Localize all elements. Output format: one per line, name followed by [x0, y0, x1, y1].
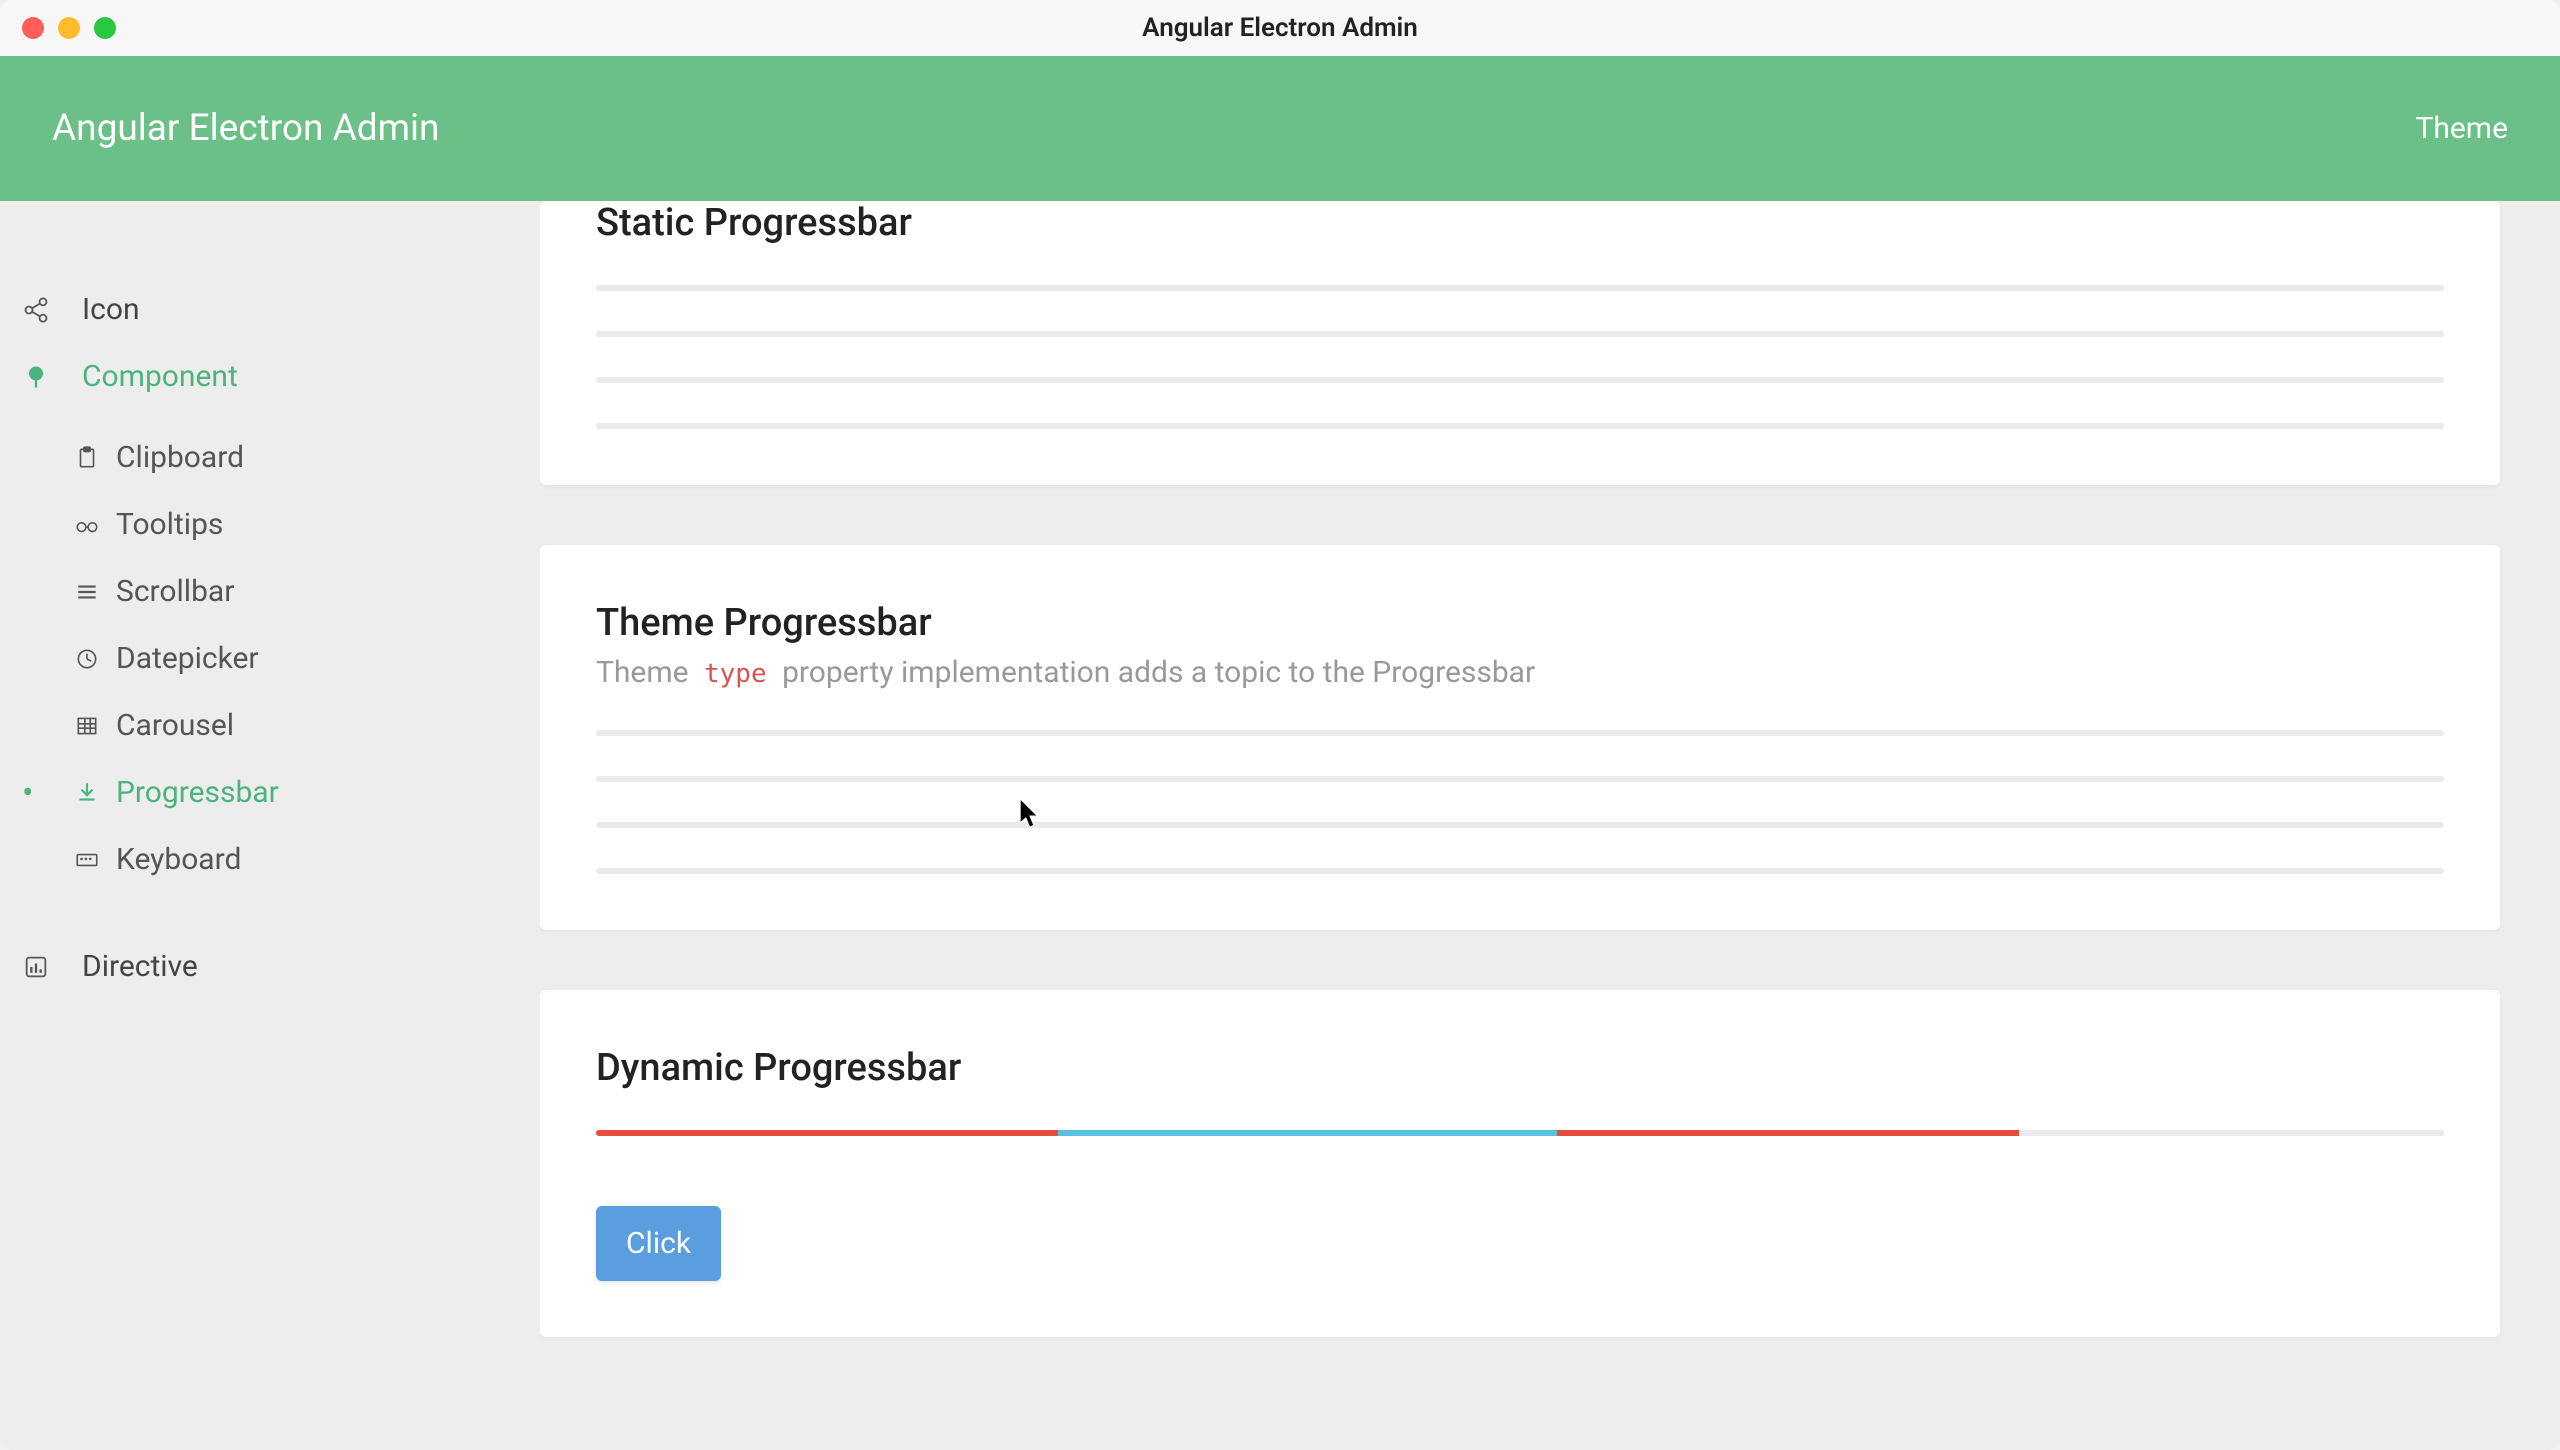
maximize-window-button[interactable]: [94, 17, 116, 39]
progressbar: [596, 377, 2444, 383]
sidebar: Icon Component Clipboard: [0, 201, 540, 1450]
progressbar: [596, 423, 2444, 429]
sidebar-subitem-keyboard[interactable]: Keyboard: [52, 826, 540, 893]
subtitle-text: property implementation adds a topic to …: [775, 655, 1536, 690]
sidebar-subitem-tooltips[interactable]: Tooltips: [52, 491, 540, 558]
theme-progressbar-card: Theme Progressbar Theme type property im…: [540, 545, 2500, 930]
sidebar-item-label: Tooltips: [116, 507, 223, 542]
sidebar-subitems: Clipboard Tooltips Scrollbar: [0, 410, 540, 893]
traffic-lights: [0, 17, 116, 39]
main-content: Static Progressbar Theme Progressbar The…: [540, 201, 2560, 1450]
sidebar-item-label: Component: [82, 359, 238, 394]
app-header: Angular Electron Admin Theme: [0, 56, 2560, 201]
progressbar: [596, 730, 2444, 736]
chart-icon: [18, 953, 54, 981]
static-progressbar-card: Static Progressbar: [540, 201, 2500, 485]
card-subtitle: Theme type property implementation adds …: [596, 655, 2444, 690]
share-icon: [18, 296, 54, 324]
sidebar-subitem-progressbar[interactable]: Progressbar: [52, 759, 540, 826]
sidebar-item-icon[interactable]: Icon: [0, 276, 540, 343]
sidebar-item-directive[interactable]: Directive: [0, 933, 540, 1000]
card-title: Dynamic Progressbar: [596, 1046, 2444, 1090]
card-title: Static Progressbar: [596, 201, 2444, 245]
list-icon: [72, 579, 102, 605]
titlebar: Angular Electron Admin: [0, 0, 2560, 56]
progressbar: [596, 331, 2444, 337]
subtitle-text: Theme: [596, 655, 696, 690]
sidebar-subitem-clipboard[interactable]: Clipboard: [52, 424, 540, 491]
sidebar-subitem-carousel[interactable]: Carousel: [52, 692, 540, 759]
card-title: Theme Progressbar: [596, 601, 2444, 645]
tree-icon: [18, 363, 54, 391]
download-icon: [72, 780, 102, 806]
app-window: Angular Electron Admin Angular Electron …: [0, 0, 2560, 1450]
dynamic-progressbar-card: Dynamic Progressbar Click: [540, 990, 2500, 1337]
sidebar-item-label: Carousel: [116, 708, 234, 743]
body-area: Icon Component Clipboard: [0, 201, 2560, 1450]
progressbar: [596, 868, 2444, 874]
progressbar: [596, 285, 2444, 291]
progressbar: [596, 776, 2444, 782]
sidebar-item-label: Keyboard: [116, 842, 241, 877]
app-title: Angular Electron Admin: [52, 107, 439, 150]
code-snippet: type: [696, 657, 775, 691]
grid-icon: [72, 713, 102, 739]
keyboard-icon: [72, 847, 102, 873]
sidebar-item-label: Directive: [82, 949, 198, 984]
clock-icon: [72, 646, 102, 672]
clipboard-icon: [72, 445, 102, 471]
sidebar-subitem-scrollbar[interactable]: Scrollbar: [52, 558, 540, 625]
sidebar-item-component[interactable]: Component: [0, 343, 540, 410]
window-title: Angular Electron Admin: [1142, 13, 1418, 43]
sidebar-item-label: Icon: [82, 292, 140, 327]
binoculars-icon: [72, 512, 102, 538]
progressbar: [596, 822, 2444, 828]
minimize-window-button[interactable]: [58, 17, 80, 39]
close-window-button[interactable]: [22, 17, 44, 39]
dynamic-progressbar: [596, 1130, 2444, 1136]
sidebar-subitem-datepicker[interactable]: Datepicker: [52, 625, 540, 692]
sidebar-item-label: Clipboard: [116, 440, 244, 475]
sidebar-item-label: Progressbar: [116, 775, 279, 810]
theme-toggle[interactable]: Theme: [2415, 111, 2508, 146]
sidebar-item-label: Datepicker: [116, 641, 259, 676]
sidebar-item-label: Scrollbar: [116, 574, 234, 609]
click-button[interactable]: Click: [596, 1206, 721, 1281]
